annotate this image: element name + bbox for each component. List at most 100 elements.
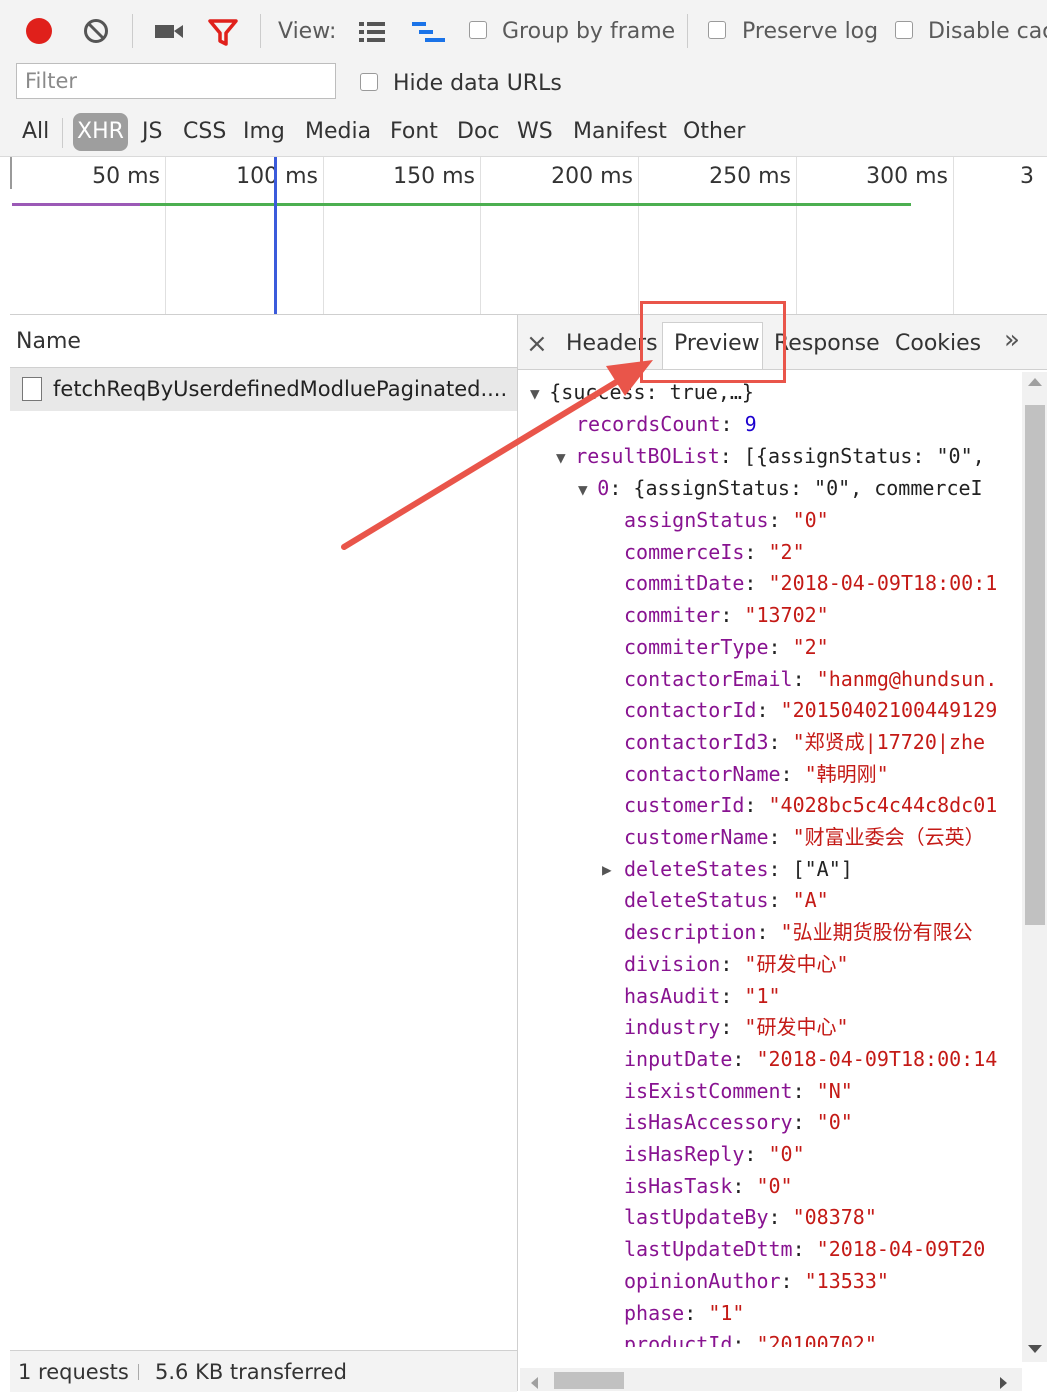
- field-value: "4028bc5c4c44c8dc01: [768, 793, 998, 818]
- scroll-down-arrow-icon[interactable]: [1028, 1345, 1042, 1353]
- field-value: "郑贤成|17720|zhe: [792, 729, 986, 754]
- type-tab-font[interactable]: Font: [390, 108, 438, 156]
- waterfall-overview-icon[interactable]: [412, 20, 446, 46]
- timeline-gridline: [480, 157, 481, 314]
- field-key: deleteStates: [624, 856, 769, 881]
- tab-cookies[interactable]: Cookies: [895, 315, 981, 373]
- field-value: "A": [792, 888, 829, 913]
- request-row[interactable]: fetchReqByUserdefinedModluePaginated....: [10, 368, 517, 411]
- tree-row-field: assignStatus: "0": [624, 508, 829, 532]
- type-tab-img[interactable]: Img: [243, 108, 285, 156]
- timeline-gridline: [953, 157, 954, 314]
- timeline-tick-label: 300 ms: [866, 164, 948, 189]
- field-value: "0": [756, 1173, 793, 1198]
- field-value: "研发中心": [744, 951, 849, 976]
- field-key: isHasReply: [624, 1142, 745, 1166]
- expand-triangle-icon[interactable]: ▼: [578, 480, 597, 499]
- tab-response[interactable]: Response: [774, 315, 880, 373]
- status-divider: [138, 1364, 139, 1380]
- request-name: fetchReqByUserdefinedModluePaginated....: [53, 377, 508, 401]
- toolbar-divider: [687, 14, 688, 48]
- type-tab-media[interactable]: Media: [305, 108, 371, 156]
- tree-row-result-list[interactable]: ▼ resultBOList: [{assignStatus: "0",: [556, 441, 985, 474]
- disable-cache-checkbox[interactable]: [895, 21, 913, 39]
- field-value: "0": [768, 1142, 805, 1166]
- type-tab-css[interactable]: CSS: [183, 108, 226, 156]
- expand-triangle-icon[interactable]: ▼: [530, 384, 549, 403]
- preserve-log-label: Preserve log: [742, 19, 879, 44]
- field-key: contactorId3: [624, 729, 769, 754]
- field-key: opinionAuthor: [624, 1268, 781, 1293]
- clear-icon[interactable]: [83, 18, 109, 44]
- scroll-right-arrow-icon[interactable]: [1000, 1377, 1007, 1389]
- tree-row-field: isHasAccessory: "0": [624, 1110, 853, 1135]
- request-bar-download: [140, 203, 911, 206]
- tree-row-field: contactorEmail: "hanmg@hundsun.: [624, 666, 998, 691]
- type-tab-other[interactable]: Other: [683, 108, 745, 156]
- toolbar-divider: [260, 14, 261, 48]
- type-tab-manifest[interactable]: Manifest: [573, 108, 667, 156]
- screenshot-camera-icon[interactable]: [154, 20, 184, 42]
- tree-row-field: commerceIs: "2": [624, 539, 805, 564]
- timeline-start-marker: [10, 157, 12, 189]
- field-key: commitDate: [624, 571, 745, 596]
- tree-row-field: isHasReply: "0": [624, 1142, 805, 1166]
- close-icon[interactable]: ×: [526, 315, 548, 373]
- timeline-gridline: [638, 157, 639, 314]
- field-value: "2018-04-09T18:00:14: [756, 1046, 998, 1071]
- panel-splitter[interactable]: [517, 315, 518, 1391]
- expand-triangle-icon[interactable]: ▼: [556, 448, 575, 467]
- tree-row-field: hasAudit: "1": [624, 983, 781, 1008]
- scroll-up-arrow-icon[interactable]: [1028, 378, 1042, 386]
- field-value: "财富业委会（云英）: [792, 825, 985, 849]
- field-key: industry: [624, 1015, 721, 1040]
- timeline-gridline: [796, 157, 797, 314]
- hide-data-urls-checkbox[interactable]: [360, 73, 378, 91]
- scrollbar-thumb[interactable]: [1025, 405, 1045, 925]
- type-tab-ws[interactable]: WS: [517, 108, 553, 156]
- type-tab-js[interactable]: JS: [142, 108, 162, 156]
- tree-row-field: customerId: "4028bc5c4c44c8dc01: [624, 793, 998, 818]
- timeline-gridline: [165, 157, 166, 314]
- transferred-size: 5.6 KB transferred: [155, 1360, 347, 1384]
- record-button[interactable]: [26, 18, 52, 44]
- field-value: "hanmg@hundsun.: [816, 666, 998, 691]
- name-column-label: Name: [16, 329, 81, 354]
- tree-row-field: isExistComment: "N": [624, 1078, 853, 1103]
- toolbar-divider: [132, 14, 133, 48]
- scrollbar-thumb[interactable]: [554, 1372, 624, 1389]
- hide-data-urls-label: Hide data URLs: [393, 71, 562, 96]
- scroll-left-arrow-icon[interactable]: [531, 1377, 538, 1389]
- field-key: contactorName: [624, 761, 781, 786]
- type-tab-all[interactable]: All: [22, 108, 49, 156]
- tree-row-field: commiterType: "2": [624, 634, 829, 659]
- field-value: "1": [744, 983, 781, 1008]
- field-key: customerName: [624, 825, 769, 849]
- expand-triangle-icon[interactable]: ▶: [602, 854, 612, 886]
- network-status-bar: 1 requests 5.6 KB transferred: [10, 1350, 517, 1392]
- tree-row-field: contactorId3: "郑贤成|17720|zhe: [624, 729, 986, 754]
- field-value: "2018-04-09T20: [816, 1237, 986, 1262]
- field-value: "2": [768, 539, 805, 564]
- toolbar-divider: [62, 118, 63, 148]
- tree-row-field: lastUpdateBy: "08378": [624, 1205, 877, 1230]
- field-value: "2": [792, 634, 829, 659]
- field-value: "20150402100449129: [780, 698, 998, 723]
- type-tab-doc[interactable]: Doc: [457, 108, 500, 156]
- name-column-header[interactable]: Name: [10, 315, 517, 368]
- field-value: "研发中心": [744, 1015, 849, 1040]
- tree-row-item-0[interactable]: ▼ 0: {assignStatus: "0", commerceI: [578, 473, 983, 506]
- type-tab-xhr[interactable]: XHR: [73, 113, 128, 151]
- preserve-log-checkbox[interactable]: [708, 21, 726, 39]
- filter-funnel-icon[interactable]: [207, 17, 239, 47]
- tree-row-field: commitDate: "2018-04-09T18:00:1: [624, 571, 998, 596]
- more-tabs-icon[interactable]: »: [1004, 311, 1020, 369]
- field-key: commiterType: [624, 634, 769, 659]
- large-rows-icon[interactable]: [358, 20, 388, 44]
- timeline-tick-label: 200 ms: [551, 164, 633, 189]
- group-by-frame-checkbox[interactable]: [469, 21, 487, 39]
- filter-input[interactable]: [16, 63, 336, 99]
- tree-row-field: productId: "20100702": [624, 1329, 877, 1347]
- field-key: description: [624, 920, 757, 945]
- tree-row-field[interactable]: ▶ deleteStates: ["A"]: [602, 854, 853, 886]
